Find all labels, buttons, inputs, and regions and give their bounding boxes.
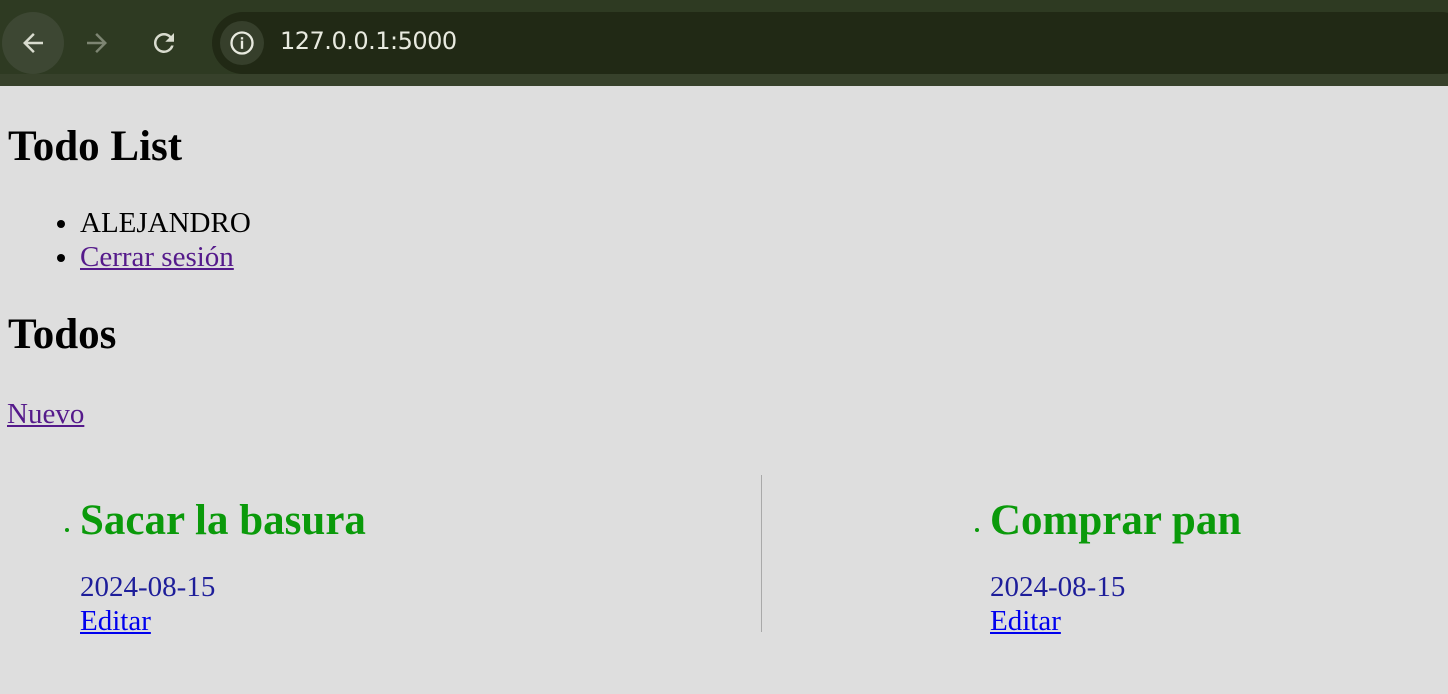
todo-title: Comprar pan bbox=[990, 497, 1242, 544]
todo-date: 2024-08-15 bbox=[990, 571, 1126, 603]
user-menu: ALEJANDRO Cerrar sesión bbox=[0, 206, 251, 274]
logout-item: Cerrar sesión bbox=[80, 240, 251, 274]
todos-heading: Todos bbox=[8, 311, 117, 358]
browser-toolbar: 127.0.0.1:5000 bbox=[0, 0, 1448, 86]
page-content: Todo List ALEJANDRO Cerrar sesión Todos … bbox=[0, 86, 1448, 694]
back-arrow-icon bbox=[23, 33, 43, 53]
logout-link[interactable]: Cerrar sesión bbox=[80, 241, 234, 273]
column-divider bbox=[761, 475, 762, 632]
site-info-button[interactable] bbox=[220, 21, 264, 65]
todo-card: Sacar la basura 2024-08-15 Editar bbox=[0, 496, 366, 638]
todo-title: Sacar la basura bbox=[80, 497, 366, 544]
back-button[interactable] bbox=[2, 12, 64, 74]
forward-button[interactable] bbox=[66, 12, 128, 74]
new-todo-link[interactable]: Nuevo bbox=[7, 397, 84, 431]
list-item: Comprar pan 2024-08-15 Editar bbox=[990, 496, 1241, 638]
info-icon bbox=[230, 31, 254, 55]
user-name: ALEJANDRO bbox=[80, 206, 251, 240]
todo-card: Comprar pan 2024-08-15 Editar bbox=[910, 496, 1241, 638]
edit-link[interactable]: Editar bbox=[80, 604, 366, 638]
todo-date: 2024-08-15 bbox=[80, 571, 216, 603]
forward-arrow-icon bbox=[87, 33, 107, 53]
page-title: Todo List bbox=[8, 123, 183, 170]
reload-icon bbox=[153, 32, 174, 53]
user-name-text: ALEJANDRO bbox=[80, 207, 251, 239]
reload-button[interactable] bbox=[133, 12, 195, 74]
todo-list: Sacar la basura 2024-08-15 Editar bbox=[0, 496, 366, 638]
url-text[interactable]: 127.0.0.1:5000 bbox=[280, 27, 457, 55]
address-bar[interactable]: 127.0.0.1:5000 bbox=[212, 12, 1448, 74]
edit-link[interactable]: Editar bbox=[990, 604, 1241, 638]
list-item: Sacar la basura 2024-08-15 Editar bbox=[80, 496, 366, 638]
todo-list: Comprar pan 2024-08-15 Editar bbox=[910, 496, 1241, 638]
